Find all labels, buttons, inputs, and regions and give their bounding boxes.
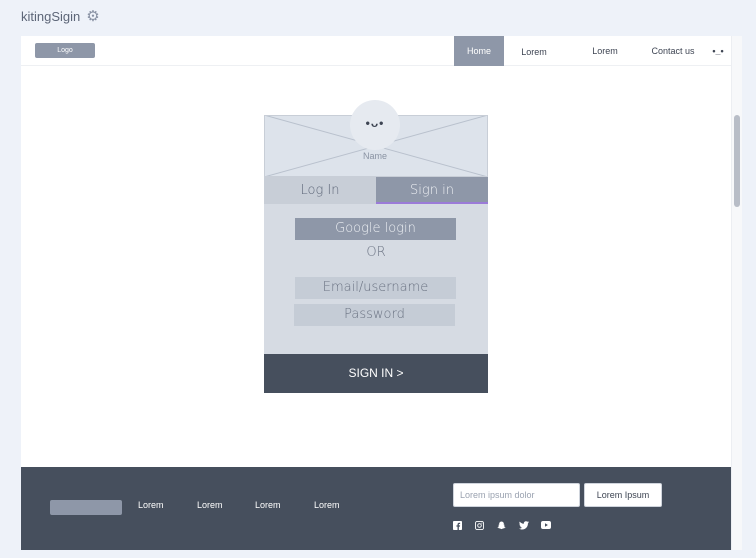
nav-lorem-2[interactable]: Lorem [587,36,623,66]
or-divider-label: OR [366,245,386,260]
auth-tabs: Log In Sign in [264,177,488,204]
nav-more-icon[interactable]: •_• [709,36,727,66]
logo[interactable]: Logo [35,43,95,58]
footer-link[interactable]: Lorem [314,500,340,510]
app-title: kitingSigin [21,9,81,24]
scrollbar-thumb[interactable] [734,115,740,207]
instagram-icon[interactable] [475,521,485,531]
nav-home[interactable]: Home [454,36,504,66]
app-title-bar: kitingSigin ⚙ [21,9,100,24]
snapchat-icon[interactable] [497,521,507,531]
footer-link[interactable]: Lorem [138,500,164,510]
footer: Lorem Lorem Lorem Lorem Lorem ipsum dolo… [21,467,731,550]
gear-icon[interactable]: ⚙ [86,9,99,24]
vertical-scrollbar[interactable] [731,36,742,550]
nav-contact[interactable]: Contact us [647,36,699,66]
page-frame: Logo Home Lorem Lorem Contact us •_• •ᴗ•… [21,36,742,550]
google-login-button[interactable]: Google login [295,218,456,240]
nav-lorem-1[interactable]: Lorem [517,36,551,66]
facebook-icon[interactable] [453,521,463,531]
footer-logo[interactable] [50,500,122,515]
twitter-icon[interactable] [519,521,529,531]
header-nav: Logo Home Lorem Lorem Contact us •_• [21,36,731,66]
name-label: Name [362,151,387,161]
tab-signin[interactable]: Sign in [376,177,488,204]
newsletter-input[interactable]: Lorem ipsum dolor [453,483,580,507]
email-field[interactable]: Email/username [295,277,456,299]
youtube-icon[interactable] [541,521,551,531]
footer-link[interactable]: Lorem [197,500,223,510]
tab-login[interactable]: Log In [264,177,376,204]
newsletter-button[interactable]: Lorem Ipsum [584,483,662,507]
password-field[interactable]: Password [294,304,455,326]
footer-link[interactable]: Lorem [255,500,281,510]
sign-in-button[interactable]: SIGN IN > [264,354,488,393]
smiley-face-icon: •ᴗ• [365,116,385,130]
